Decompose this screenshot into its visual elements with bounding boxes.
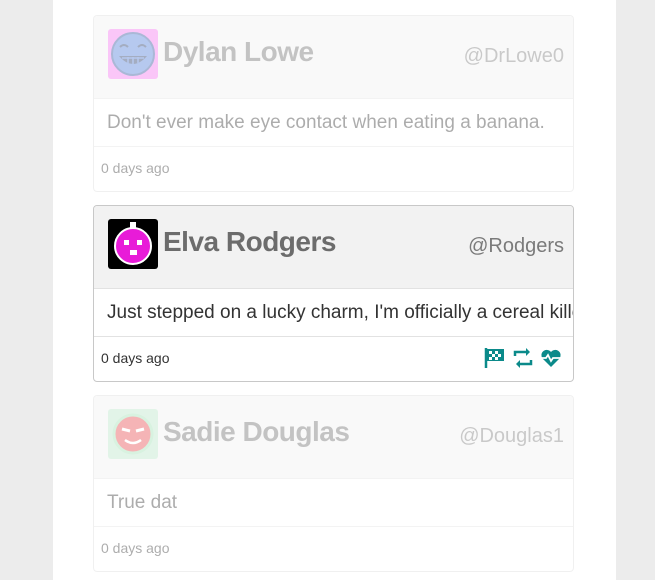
timestamp: 0 days ago <box>101 160 170 176</box>
user-handle[interactable]: @Rodgers <box>468 235 564 258</box>
tweet-card: Dylan Lowe @DrLowe0 Don't ever make eye … <box>93 15 574 192</box>
tweet-header: Sadie Douglas @Douglas1 <box>94 396 573 479</box>
tweet-footer: 0 days ago <box>94 147 573 190</box>
tweet-text: Don't ever make eye contact when eating … <box>94 99 573 147</box>
smirking-face-icon <box>112 413 154 455</box>
tweet-text: True dat <box>94 479 573 527</box>
display-name: Elva Rodgers <box>163 226 336 257</box>
tweet-footer: 0 days ago <box>94 527 573 570</box>
grinning-face-icon <box>111 32 155 76</box>
timestamp: 0 days ago <box>101 540 170 556</box>
display-name: Sadie Douglas <box>163 416 350 447</box>
robot-face-icon <box>114 222 152 265</box>
tweet-actions <box>483 346 563 370</box>
retweet-icon[interactable] <box>511 346 535 370</box>
avatar[interactable] <box>108 409 158 459</box>
tweet-text: Just stepped on a lucky charm, I'm offic… <box>94 289 573 337</box>
tweet-header: Elva Rodgers @Rodgers <box>94 206 573 289</box>
user-handle[interactable]: @Douglas1 <box>459 425 564 448</box>
timestamp: 0 days ago <box>101 350 170 366</box>
tweet-header: Dylan Lowe @DrLowe0 <box>94 16 573 99</box>
flag-icon[interactable] <box>483 346 507 370</box>
avatar[interactable] <box>108 219 158 269</box>
avatar[interactable] <box>108 29 158 79</box>
tweet-card: Elva Rodgers @Rodgers Just stepped on a … <box>93 205 574 382</box>
tweet-card: Sadie Douglas @Douglas1 True dat 0 days … <box>93 395 574 572</box>
user-handle[interactable]: @DrLowe0 <box>464 45 564 68</box>
heartbeat-icon[interactable] <box>539 346 563 370</box>
feed-column: Dylan Lowe @DrLowe0 Don't ever make eye … <box>53 0 616 580</box>
display-name: Dylan Lowe <box>163 36 314 67</box>
tweet-footer: 0 days ago <box>94 337 573 380</box>
